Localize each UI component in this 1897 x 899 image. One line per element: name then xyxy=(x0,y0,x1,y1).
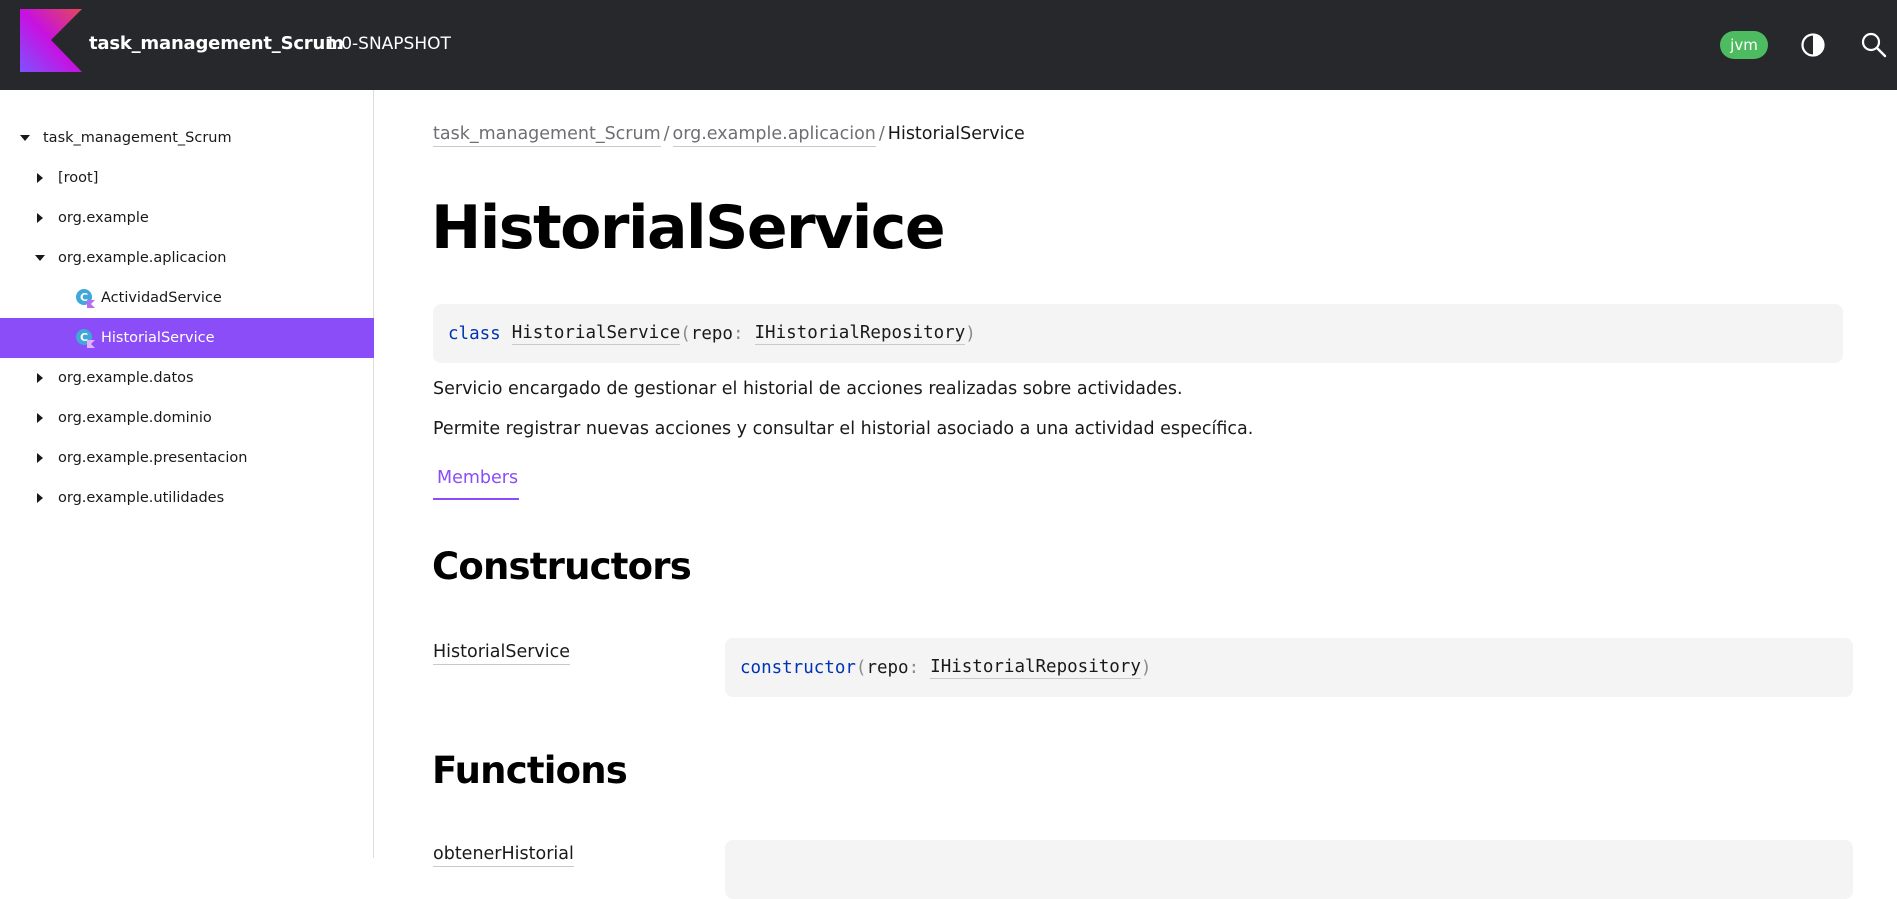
breadcrumb-separator: / xyxy=(878,124,885,144)
svg-text:C: C xyxy=(80,331,88,344)
breadcrumb-current: HistorialService xyxy=(887,124,1025,144)
sidebar-item-org-example[interactable]: org.example xyxy=(0,198,374,238)
chevron-right-icon[interactable] xyxy=(34,452,46,464)
breadcrumb-link-project[interactable]: task_management_Scrum xyxy=(433,124,661,147)
signature-open-paren: ( xyxy=(680,323,691,344)
signature-keyword: class xyxy=(448,323,501,344)
class-icon: C xyxy=(76,329,95,348)
sidebar-item-task-management-scrum[interactable]: task_management_Scrum xyxy=(0,118,374,158)
tab-members[interactable]: Members xyxy=(433,468,519,500)
sidebar-item-label: org.example.utilidades xyxy=(58,490,225,506)
functions-heading: Functions xyxy=(432,749,628,792)
sidebar-item-label: org.example xyxy=(58,210,149,226)
project-name[interactable]: task_management_Scrum xyxy=(89,33,344,54)
chevron-right-icon[interactable] xyxy=(34,412,46,424)
signature-param-type-link[interactable]: IHistorialRepository xyxy=(754,323,966,345)
class-description: Servicio encargado de gestionar el histo… xyxy=(433,379,1183,399)
constructor-param-name: repo xyxy=(866,657,909,678)
signature-close-paren: ) xyxy=(965,323,976,344)
sidebar-item-label: [root] xyxy=(58,170,99,186)
chevron-right-icon[interactable] xyxy=(34,372,46,384)
sidebar-item-org-example-dominio[interactable]: org.example.dominio xyxy=(0,398,374,438)
sidebar-item-label: org.example.dominio xyxy=(58,410,212,426)
function-signature xyxy=(725,840,1853,899)
project-version: 1.0-SNAPSHOT xyxy=(325,34,451,54)
kotlin-logo[interactable] xyxy=(20,9,82,72)
class-description: Permite registrar nuevas acciones y cons… xyxy=(433,419,1254,439)
breadcrumb-link-package[interactable]: org.example.aplicacion xyxy=(672,124,876,147)
sidebar-item-historialservice[interactable]: C HistorialService xyxy=(0,318,374,358)
navigation-sidebar: task_management_Scrum [root] org.example… xyxy=(0,90,374,858)
class-icon: C xyxy=(76,289,95,308)
constructor-param-type-link[interactable]: IHistorialRepository xyxy=(930,657,1141,679)
sidebar-item-root[interactable]: [root] xyxy=(0,158,374,198)
sidebar-item-org-example-aplicacion[interactable]: org.example.aplicacion xyxy=(0,238,374,278)
top-header: task_management_Scrum 1.0-SNAPSHOT jvm xyxy=(0,0,1897,90)
signature-class-name[interactable]: HistorialService xyxy=(511,323,681,345)
class-signature: class HistorialService ( repo : IHistori… xyxy=(433,304,1843,363)
chevron-right-icon[interactable] xyxy=(34,172,46,184)
sidebar-item-org-example-datos[interactable]: org.example.datos xyxy=(0,358,374,398)
signature-colon: : xyxy=(732,323,744,344)
sidebar-item-org-example-presentacion[interactable]: org.example.presentacion xyxy=(0,438,374,478)
constructor-open-paren: ( xyxy=(855,657,867,678)
breadcrumb: task_management_Scrum / org.example.apli… xyxy=(433,124,1025,147)
page-title: HistorialService xyxy=(431,193,946,263)
svg-text:C: C xyxy=(80,291,88,304)
constructor-colon: : xyxy=(908,657,920,678)
sidebar-item-label: org.example.datos xyxy=(58,370,194,386)
platform-filter-badge[interactable]: jvm xyxy=(1720,31,1768,59)
main-content: task_management_Scrum / org.example.apli… xyxy=(375,90,1897,899)
constructor-close-paren: ) xyxy=(1140,657,1152,678)
breadcrumb-separator: / xyxy=(663,124,670,144)
sidebar-item-label: org.example.aplicacion xyxy=(58,250,227,266)
constructors-heading: Constructors xyxy=(432,545,692,588)
sidebar-item-label: org.example.presentacion xyxy=(58,450,248,466)
chevron-down-icon[interactable] xyxy=(19,132,31,144)
chevron-right-icon[interactable] xyxy=(34,212,46,224)
search-icon[interactable] xyxy=(1860,31,1888,59)
chevron-down-icon[interactable] xyxy=(34,252,46,264)
constructor-keyword: constructor xyxy=(740,657,856,678)
constructor-signature: constructor ( repo : IHistorialRepositor… xyxy=(725,638,1853,697)
sidebar-item-org-example-utilidades[interactable]: org.example.utilidades xyxy=(0,478,374,518)
sidebar-item-label: HistorialService xyxy=(101,330,215,346)
sidebar-item-label: task_management_Scrum xyxy=(43,130,232,146)
contrast-icon[interactable] xyxy=(1800,32,1826,58)
sidebar-item-actividadservice[interactable]: C ActividadService xyxy=(0,278,374,318)
sidebar-item-label: ActividadService xyxy=(101,290,222,306)
signature-param-name: repo xyxy=(690,323,733,344)
chevron-right-icon[interactable] xyxy=(34,492,46,504)
function-name-link[interactable]: obtenerHistorial xyxy=(433,844,574,867)
constructor-name-link[interactable]: HistorialService xyxy=(433,642,571,665)
